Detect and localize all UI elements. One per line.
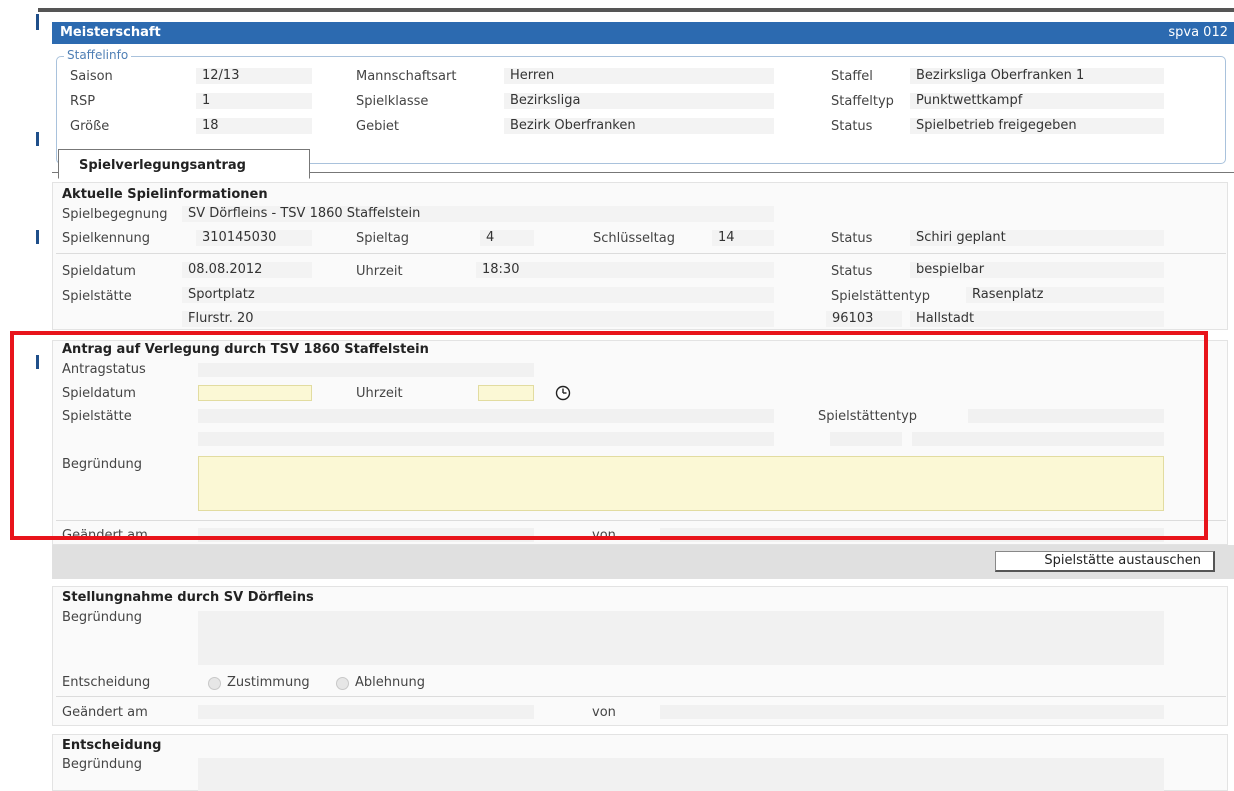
antrag-spielstaette-value (198, 409, 774, 423)
ablehnung-radio[interactable] (336, 677, 349, 690)
antrag-spielstaettentyp-value (968, 409, 1164, 423)
spielkennung-value: 310145030 (196, 230, 312, 246)
antrag-spielstaette-label: Spielstätte (62, 409, 132, 424)
top-border-line (38, 8, 1234, 12)
spielstaettentyp-value: Rasenplatz (966, 287, 1164, 303)
platz-status-label: Status (831, 264, 873, 279)
divider (56, 253, 1226, 254)
stellungnahme-title: Stellungnahme durch SV Dörfleins (62, 590, 314, 605)
rsp-value: 1 (196, 93, 312, 109)
spieltag-value: 4 (480, 230, 534, 246)
mannschaftsart-label: Mannschaftsart (356, 69, 457, 84)
ablehnung-label: Ablehnung (355, 675, 425, 690)
saison-value: 12/13 (196, 68, 312, 84)
antrag-begruendung-label: Begründung (62, 457, 142, 472)
spielklasse-label: Spielklasse (356, 94, 429, 109)
spielstaette-label: Spielstätte (62, 289, 132, 304)
antrag-title: Antrag auf Verlegung durch TSV 1860 Staf… (62, 342, 429, 357)
stellungnahme-begruendung-value (198, 611, 1164, 665)
spielstaette-austauschen-button[interactable]: Spielstätte austauschen (995, 551, 1215, 572)
staffel-status-value: Spielbetrieb freigegeben (910, 118, 1164, 134)
screen-code: spva 012 (1168, 25, 1228, 40)
spiel-status-value: Schiri geplant (910, 230, 1164, 246)
divider (56, 696, 1226, 697)
antragstatus-value (198, 363, 534, 377)
rsp-label: RSP (70, 94, 96, 109)
saison-label: Saison (70, 69, 113, 84)
groesse-value: 18 (196, 118, 312, 134)
staffelinfo-legend: Staffelinfo (64, 48, 132, 62)
left-marker (36, 14, 39, 30)
aktuelle-spielinformationen-panel (52, 182, 1228, 330)
uhrzeit-value: 18:30 (476, 262, 774, 278)
antrag-geaendert-label: Geändert am (62, 528, 148, 543)
divider (56, 520, 1226, 521)
antrag-spielstaettentyp-label: Spielstättentyp (818, 409, 918, 424)
groesse-label: Größe (70, 119, 110, 134)
antrag-von-value (660, 528, 1164, 542)
antrag-geaendert-value (198, 528, 534, 542)
antrag-begruendung-textarea[interactable] (198, 456, 1164, 511)
entscheidung-begruendung-value (198, 758, 1164, 791)
stellungnahme-von-value (660, 705, 1164, 719)
staffel-label: Staffel (831, 69, 873, 84)
left-marker (36, 230, 39, 244)
spieltag-label: Spieltag (356, 231, 410, 246)
zustimmung-radio[interactable] (208, 677, 221, 690)
left-marker (36, 355, 39, 369)
antrag-von-label: von (592, 528, 616, 543)
entscheidung-title: Entscheidung (62, 738, 162, 753)
window-titlebar: Meisterschaft spva 012 (52, 22, 1234, 44)
window-title: Meisterschaft (60, 25, 161, 40)
entscheidung-begruendung-label: Begründung (62, 757, 142, 772)
strasse-value: Flurstr. 20 (182, 311, 774, 327)
antrag-spieldatum-label: Spieldatum (62, 386, 136, 401)
platz-status-value: bespielbar (910, 262, 1164, 278)
plz-value: 96103 (826, 311, 902, 327)
spielbegegnung-label: Spielbegegnung (62, 207, 168, 222)
gebiet-value: Bezirk Oberfranken (504, 118, 774, 134)
uhrzeit-label: Uhrzeit (356, 264, 403, 279)
spieldatum-value: 08.08.2012 (182, 262, 312, 278)
gebiet-label: Gebiet (356, 119, 400, 134)
staffeltyp-label: Staffeltyp (831, 94, 894, 109)
schluesseltag-label: Schlüsseltag (593, 231, 675, 246)
staffel-status-label: Status (831, 119, 873, 134)
antrag-ort-value (912, 432, 1164, 446)
schluesseltag-value: 14 (712, 230, 774, 246)
antrag-adresse-value (198, 432, 774, 446)
spielstaettentyp-label: Spielstättentyp (831, 289, 931, 304)
spielklasse-value: Bezirksliga (504, 93, 774, 109)
clock-icon[interactable] (555, 385, 571, 401)
stellungnahme-begruendung-label: Begründung (62, 610, 142, 625)
tab-spielverlegungsantrag[interactable]: Spielverlegungsantrag (58, 149, 310, 179)
spielbegegnung-value: SV Dörfleins - TSV 1860 Staffelstein (182, 206, 774, 222)
antrag-uhrzeit-label: Uhrzeit (356, 386, 403, 401)
spielstaette-value: Sportplatz (182, 287, 774, 303)
staffel-value: Bezirksliga Oberfranken 1 (910, 68, 1164, 84)
antrag-uhrzeit-input[interactable] (478, 385, 534, 401)
mannschaftsart-value: Herren (504, 68, 774, 84)
stellungnahme-geaendert-label: Geändert am (62, 705, 148, 720)
aktuelle-spielinformationen-title: Aktuelle Spielinformationen (62, 187, 268, 202)
antragstatus-label: Antragstatus (62, 362, 146, 377)
left-marker (36, 132, 39, 146)
stellungnahme-geaendert-value (198, 705, 534, 719)
spiel-status-label: Status (831, 231, 873, 246)
spielkennung-label: Spielkennung (62, 231, 150, 246)
stellungnahme-von-label: von (592, 705, 616, 720)
staffeltyp-value: Punktwettkampf (910, 93, 1164, 109)
antrag-spieldatum-input[interactable] (198, 385, 312, 401)
zustimmung-label: Zustimmung (227, 675, 310, 690)
entscheidung-label: Entscheidung (62, 675, 151, 690)
spieldatum-label: Spieldatum (62, 264, 136, 279)
ort-value: Hallstadt (910, 311, 1164, 327)
antrag-plz-value (830, 432, 902, 446)
